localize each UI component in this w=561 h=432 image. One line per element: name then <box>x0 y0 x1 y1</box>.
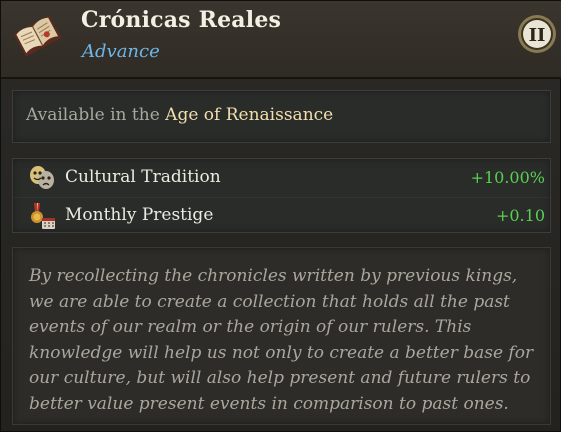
tier-label: II <box>529 25 546 46</box>
tier-badge: II <box>517 14 557 54</box>
advance-title: Crónicas Reales <box>81 7 282 33</box>
modifier-value: +10.00% <box>470 168 545 187</box>
theater-masks-icon <box>27 163 57 193</box>
modifier-row: Cultural Tradition +10.00% <box>13 160 550 196</box>
age-name: Age of Renaissance <box>165 105 334 125</box>
modifier-label: Monthly Prestige <box>65 205 214 225</box>
modifiers-panel: Cultural Tradition +10.00% Monthly Prest… <box>12 158 551 233</box>
prestige-medal-icon <box>27 201 57 231</box>
advance-type-label: Advance <box>82 41 160 62</box>
availability-text: Available in the Age of Renaissance <box>26 105 333 125</box>
availability-panel: Available in the Age of Renaissance <box>12 90 551 143</box>
description-panel: By recollecting the chronicles written b… <box>12 247 551 425</box>
modifier-row: Monthly Prestige +0.10 <box>13 197 550 234</box>
open-book-icon <box>11 11 63 59</box>
tooltip-header: Crónicas Reales Advance II <box>1 1 561 79</box>
flavor-description: By recollecting the chronicles written b… <box>29 266 534 414</box>
availability-prefix: Available in the <box>26 105 160 125</box>
modifier-value: +0.10 <box>495 206 545 225</box>
advance-tooltip: Crónicas Reales Advance II Available in … <box>0 0 561 432</box>
modifier-label: Cultural Tradition <box>65 167 221 187</box>
